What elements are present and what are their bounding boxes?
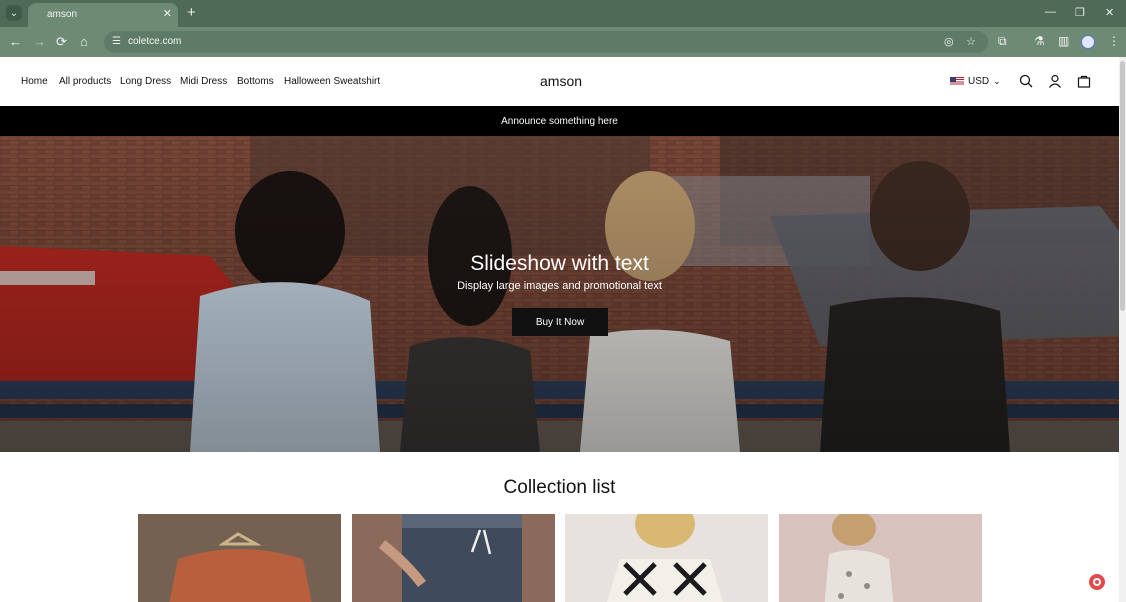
web-page: Home All products Long Dress Midi Dress … [0, 57, 1119, 602]
menu-icon[interactable]: ⋮ [1108, 34, 1120, 48]
window-close-icon[interactable]: ✕ [1105, 6, 1114, 19]
site-header: Home All products Long Dress Midi Dress … [0, 57, 1119, 106]
chat-support-button[interactable] [1089, 574, 1105, 590]
account-icon[interactable] [1048, 74, 1062, 88]
site-info-icon[interactable]: ☰ [112, 36, 121, 47]
currency-label: USD [968, 76, 990, 87]
toolbar: ← → ⟳ ⌂ ☰ coletce.com ◎ ☆ ⧉ ⚗ ▥ ⋮ [0, 27, 1126, 57]
hero-image [0, 136, 1119, 452]
extensions-icon[interactable]: ⧉ [998, 34, 1007, 49]
tab-active[interactable]: amson ✕ [28, 3, 178, 27]
lifebuoy-icon [1093, 578, 1101, 586]
url-text[interactable]: coletce.com [128, 36, 181, 47]
browser-window: ⌄ amson ✕ + — ❐ ✕ ← → ⟳ ⌂ ☰ coletce.com … [0, 0, 1126, 602]
buy-it-now-button[interactable]: Buy It Now [512, 308, 608, 336]
collection-list-title: Collection list [503, 477, 616, 498]
brand-logo[interactable]: amson [540, 73, 582, 89]
hero-subtitle: Display large images and promotional tex… [457, 280, 662, 292]
collection-card[interactable] [138, 514, 341, 602]
collection-image [565, 514, 768, 602]
reload-icon[interactable]: ⟳ [56, 34, 67, 50]
nav-midi-dress[interactable]: Midi Dress [180, 76, 227, 87]
collection-card[interactable] [565, 514, 768, 602]
us-flag-icon [950, 77, 964, 86]
collection-image [138, 514, 341, 602]
labs-icon[interactable]: ⚗ [1034, 34, 1045, 48]
star-icon[interactable]: ☆ [966, 35, 976, 48]
tab-search-button[interactable]: ⌄ [6, 5, 22, 21]
collection-card[interactable] [779, 514, 982, 602]
announcement-bar: Announce something here [0, 106, 1119, 136]
forward-icon[interactable]: → [33, 34, 46, 50]
nav-home[interactable]: Home [21, 76, 48, 87]
address-bar[interactable]: ☰ coletce.com ◎ ☆ [104, 31, 988, 53]
new-tab-button[interactable]: + [187, 4, 196, 21]
scrollbar-thumb[interactable] [1120, 61, 1125, 311]
currency-selector[interactable]: USD ⌄ [950, 76, 1001, 87]
eye-off-icon[interactable]: ◎ [944, 35, 954, 48]
collection-image [779, 514, 982, 602]
profile-avatar[interactable] [1081, 35, 1095, 49]
nav-long-dress[interactable]: Long Dress [120, 76, 171, 87]
announcement-text: Announce something here [501, 115, 618, 127]
nav-halloween-sweatshirt[interactable]: Halloween Sweatshirt [284, 76, 380, 87]
side-panel-icon[interactable]: ▥ [1058, 34, 1069, 48]
hero-slideshow: Slideshow with text Display large images… [0, 136, 1119, 452]
hero-title: Slideshow with text [470, 252, 649, 275]
restore-icon[interactable]: ❐ [1075, 6, 1085, 19]
minimize-icon[interactable]: — [1045, 6, 1056, 18]
search-icon[interactable] [1019, 74, 1033, 88]
back-icon[interactable]: ← [9, 34, 22, 50]
tab-title: amson [47, 9, 78, 20]
cart-icon[interactable] [1077, 74, 1091, 88]
collection-image [352, 514, 555, 602]
home-icon[interactable]: ⌂ [80, 34, 88, 50]
page-scrollbar[interactable] [1119, 57, 1126, 602]
chevron-down-icon: ⌄ [993, 76, 1001, 86]
nav-all-products[interactable]: All products [59, 76, 111, 87]
collection-card[interactable] [352, 514, 555, 602]
nav-bottoms[interactable]: Bottoms [237, 76, 274, 87]
tab-strip: ⌄ amson ✕ + — ❐ ✕ [0, 0, 1126, 27]
close-icon[interactable]: ✕ [163, 7, 172, 20]
chevron-down-icon: ⌄ [9, 7, 19, 19]
